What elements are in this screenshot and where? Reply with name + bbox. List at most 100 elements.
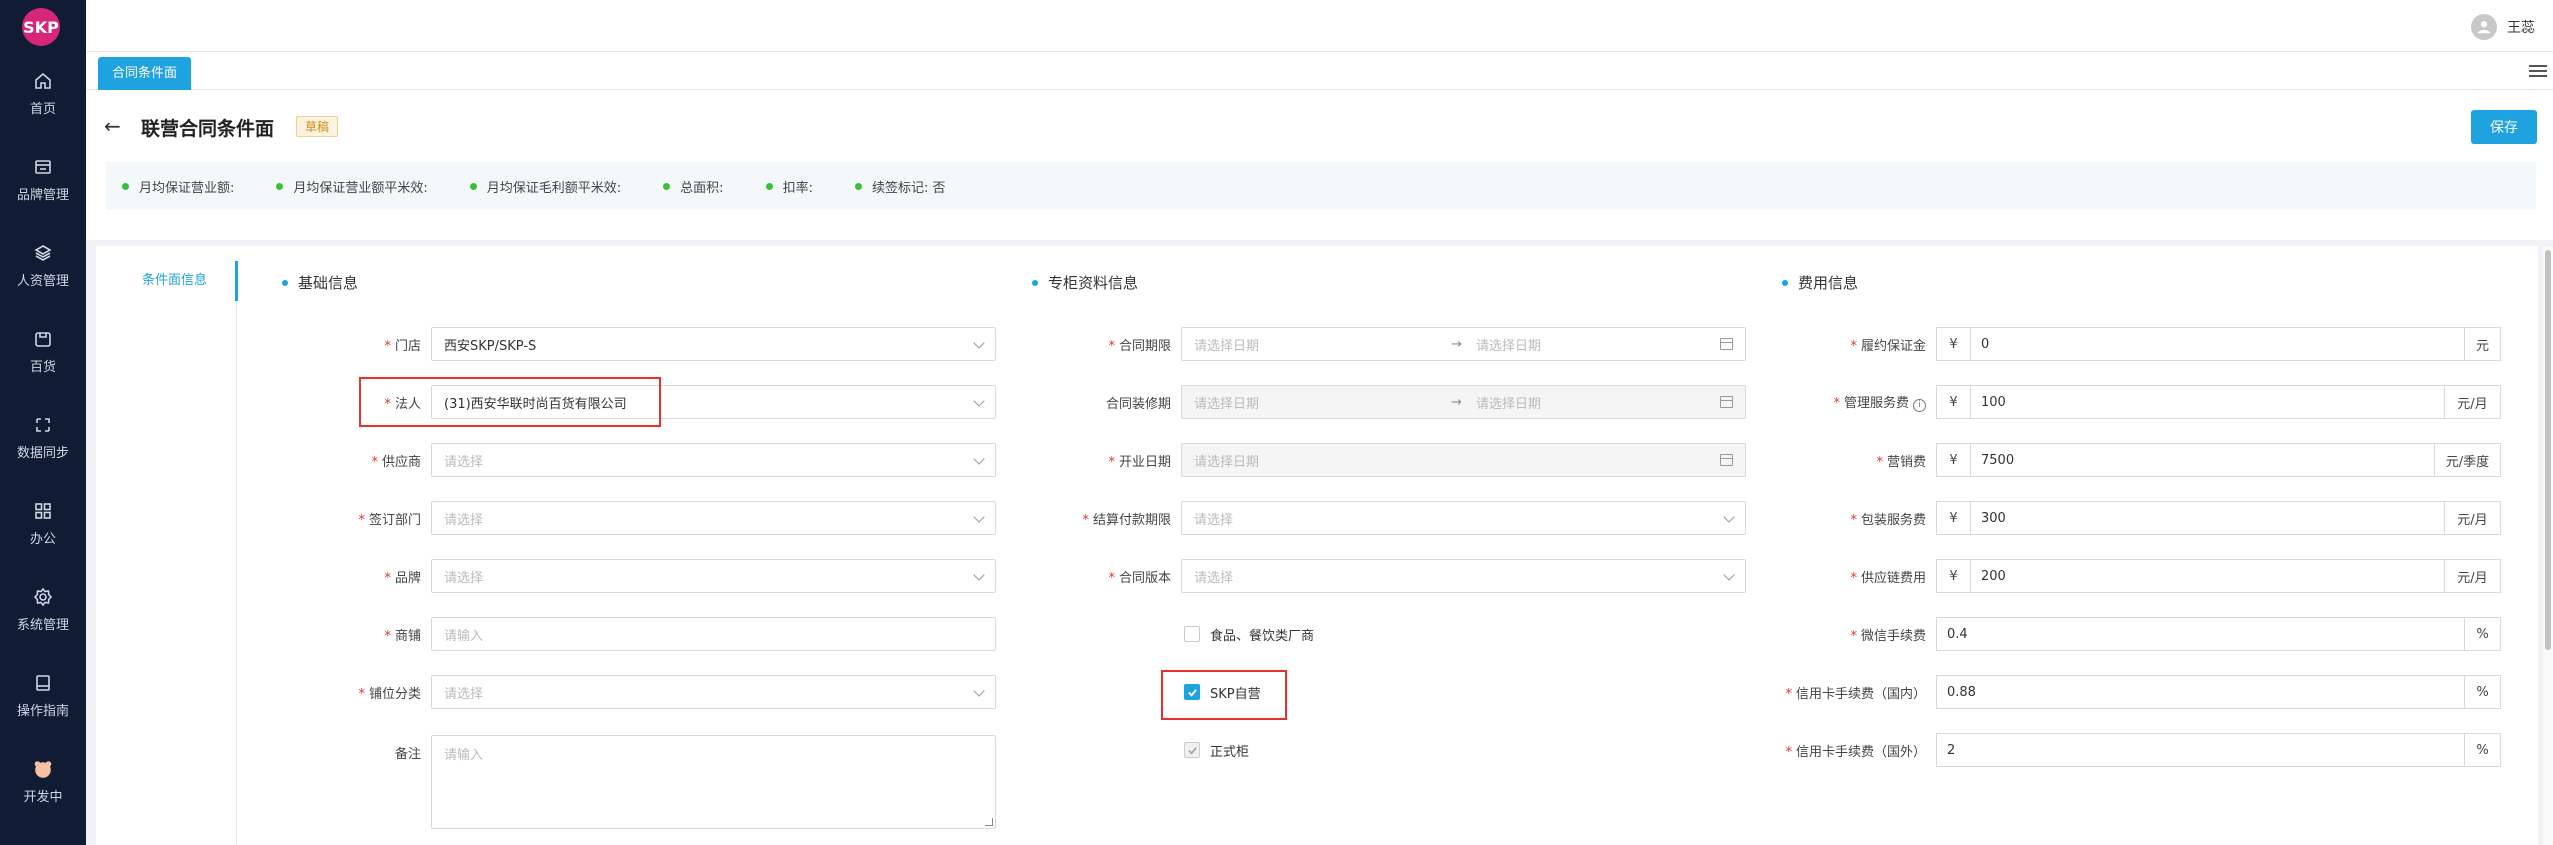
- tabs-bar: 合同条件面: [86, 52, 2553, 90]
- sidebar-item-label: 数据同步: [16, 446, 69, 461]
- store-select[interactable]: 西安SKP/SKP-S: [431, 327, 996, 361]
- chevron-down-icon: [973, 685, 985, 697]
- summary-item: 月均保证营业额:: [122, 177, 234, 196]
- card-foreign-input[interactable]: 2%: [1936, 733, 2501, 767]
- marketing-input[interactable]: ¥7500 元/季度: [1936, 443, 2501, 477]
- sidebar-item-label: 首页: [29, 102, 56, 117]
- payment-term-select[interactable]: 请选择: [1181, 501, 1746, 535]
- grid-icon: [32, 500, 54, 522]
- avatar: [2471, 14, 2497, 40]
- sidebar-item-guide[interactable]: 操作指南: [0, 658, 86, 728]
- chevron-down-icon: [1723, 569, 1735, 581]
- status-badge: 草稿: [296, 116, 339, 137]
- legal-highlight: [359, 377, 661, 427]
- shop-type-row: * 铺位分类 请选择: [266, 675, 996, 709]
- sidebar-item-brand[interactable]: 品牌管理: [0, 142, 86, 212]
- info-icon[interactable]: i: [1913, 398, 1926, 412]
- sidebar-item-store[interactable]: 百货: [0, 314, 86, 384]
- supplier-row: * 供应商 请选择: [266, 443, 996, 477]
- sidebar-item-label: 百货: [29, 360, 56, 375]
- section-counter-title: 专柜资料信息: [1032, 272, 1138, 293]
- pig-icon: [32, 758, 54, 780]
- mgmt-row: * 管理服务费 i ¥100 元/月: [1771, 385, 2501, 419]
- sidebar-item-label: 品牌管理: [16, 188, 69, 203]
- shop-input[interactable]: 请输入: [431, 617, 996, 651]
- contract-version-select[interactable]: 请选择: [1181, 559, 1746, 593]
- sidebar-item-hr[interactable]: 人资管理: [0, 228, 86, 298]
- sidebar-item-dev[interactable]: 开发中: [0, 744, 86, 814]
- contract-version-row: * 合同版本 请选择: [1016, 559, 1746, 593]
- book-icon: [32, 672, 54, 694]
- sidebar-item-label: 办公: [29, 532, 56, 547]
- layers-icon: [32, 242, 54, 264]
- contract-period-range[interactable]: 请选择日期 → 请选择日期: [1181, 327, 1746, 361]
- supplier-select[interactable]: 请选择: [431, 443, 996, 477]
- summary-item: 总面积:: [663, 177, 724, 196]
- calendar-icon: [1720, 338, 1733, 350]
- brand-row: * 品牌 请选择: [266, 559, 996, 593]
- gear-icon: [32, 586, 54, 608]
- supply-chain-row: * 供应链费用 ¥200 元/月: [1771, 559, 2501, 593]
- wechat-input[interactable]: 0.4%: [1936, 617, 2501, 651]
- deposit-input[interactable]: ¥0 元: [1936, 327, 2501, 361]
- remark-textarea[interactable]: 请输入: [431, 735, 996, 829]
- packaging-input[interactable]: ¥300 元/月: [1936, 501, 2501, 535]
- summary-item: 月均保证毛利额平米效:: [469, 177, 621, 196]
- card-domestic-input[interactable]: 0.88%: [1936, 675, 2501, 709]
- mgmt-input[interactable]: ¥100 元/月: [1936, 385, 2501, 419]
- remark-row: 备注 请输入: [266, 735, 996, 831]
- home-icon: [32, 70, 54, 92]
- dept-row: * 签订部门 请选择: [266, 501, 996, 535]
- food-vendor-checkbox[interactable]: 食品、餐饮类厂商: [1184, 617, 1314, 651]
- sidebar-item-label: 系统管理: [16, 618, 69, 633]
- dept-select[interactable]: 请选择: [431, 501, 996, 535]
- shop-type-select[interactable]: 请选择: [431, 675, 996, 709]
- chevron-down-icon: [973, 569, 985, 581]
- user-menu[interactable]: 王蕊: [2471, 14, 2535, 40]
- sidebar-item-office[interactable]: 办公: [0, 486, 86, 556]
- formal-counter-checkbox[interactable]: 正式柜: [1184, 733, 1249, 767]
- sidebar-item-label: 人资管理: [16, 274, 69, 289]
- brand-select[interactable]: 请选择: [431, 559, 996, 593]
- marketing-row: * 营销费 ¥7500 元/季度: [1771, 443, 2501, 477]
- scrollbar-thumb[interactable]: [2545, 250, 2551, 650]
- tab-contract-conditions[interactable]: 合同条件面: [98, 57, 192, 90]
- sidebar-item-label: 开发中: [23, 790, 63, 805]
- calendar-icon: [1720, 454, 1733, 466]
- supply-chain-input[interactable]: ¥200 元/月: [1936, 559, 2501, 593]
- contract-period-row: * 合同期限 请选择日期 → 请选择日期: [1016, 327, 1746, 361]
- app-logo[interactable]: SKP: [22, 8, 60, 46]
- payment-term-row: * 结算付款期限 请选择: [1016, 501, 1746, 535]
- section-fees-title: 费用信息: [1782, 272, 1858, 293]
- sidebar-item-system[interactable]: 系统管理: [0, 572, 86, 642]
- sidebar-item-label: 操作指南: [16, 704, 69, 719]
- wechat-row: * 微信手续费 0.4%: [1771, 617, 2501, 651]
- side-nav-conditions[interactable]: 条件面信息: [96, 261, 238, 301]
- store-row: * 门店 西安SKP/SKP-S: [266, 327, 996, 361]
- packaging-row: * 包装服务费 ¥300 元/月: [1771, 501, 2501, 535]
- menu-icon[interactable]: [2529, 62, 2547, 78]
- summary-item: 续签标记: 否: [854, 177, 945, 196]
- open-date-picker[interactable]: 请选择日期: [1181, 443, 1746, 477]
- summary-item: 扣率:: [765, 177, 813, 196]
- card-foreign-row: * 信用卡手续费（国外） 2%: [1771, 733, 2501, 767]
- chevron-down-icon: [973, 395, 985, 407]
- form-content: 条件面信息 基础信息 * 门店 西安SKP/SKP-S * 法人 (31)西安华联时…: [96, 246, 2538, 845]
- checkbox[interactable]: [1184, 626, 1200, 642]
- chevron-down-icon: [973, 337, 985, 349]
- section-basic-title: 基础信息: [282, 272, 358, 293]
- page-header: ← 联营合同条件面 草稿 保存 月均保证营业额: 月均保证营业额平米效: 月均保…: [86, 90, 2553, 240]
- sidebar: SKP 首页 品牌管理 人资管理 百货 数据同步 办公 系统管理 操作指南 开发…: [0, 0, 86, 845]
- top-bar: 王蕊: [86, 0, 2553, 52]
- sidebar-item-home[interactable]: 首页: [0, 56, 86, 126]
- summary-bar: 月均保证营业额: 月均保证营业额平米效: 月均保证毛利额平米效: 总面积: 扣率…: [106, 162, 2536, 210]
- save-button[interactable]: 保存: [2471, 110, 2537, 144]
- open-date-row: * 开业日期 请选择日期: [1016, 443, 1746, 477]
- chevron-down-icon: [973, 511, 985, 523]
- decor-period-range[interactable]: 请选择日期 → 请选择日期: [1181, 385, 1746, 419]
- chevron-down-icon: [973, 453, 985, 465]
- sidebar-item-sync[interactable]: 数据同步: [0, 400, 86, 470]
- deposit-row: * 履约保证金 ¥0 元: [1771, 327, 2501, 361]
- checkbox-checked-disabled[interactable]: [1184, 742, 1200, 758]
- back-arrow-icon[interactable]: ←: [104, 114, 121, 138]
